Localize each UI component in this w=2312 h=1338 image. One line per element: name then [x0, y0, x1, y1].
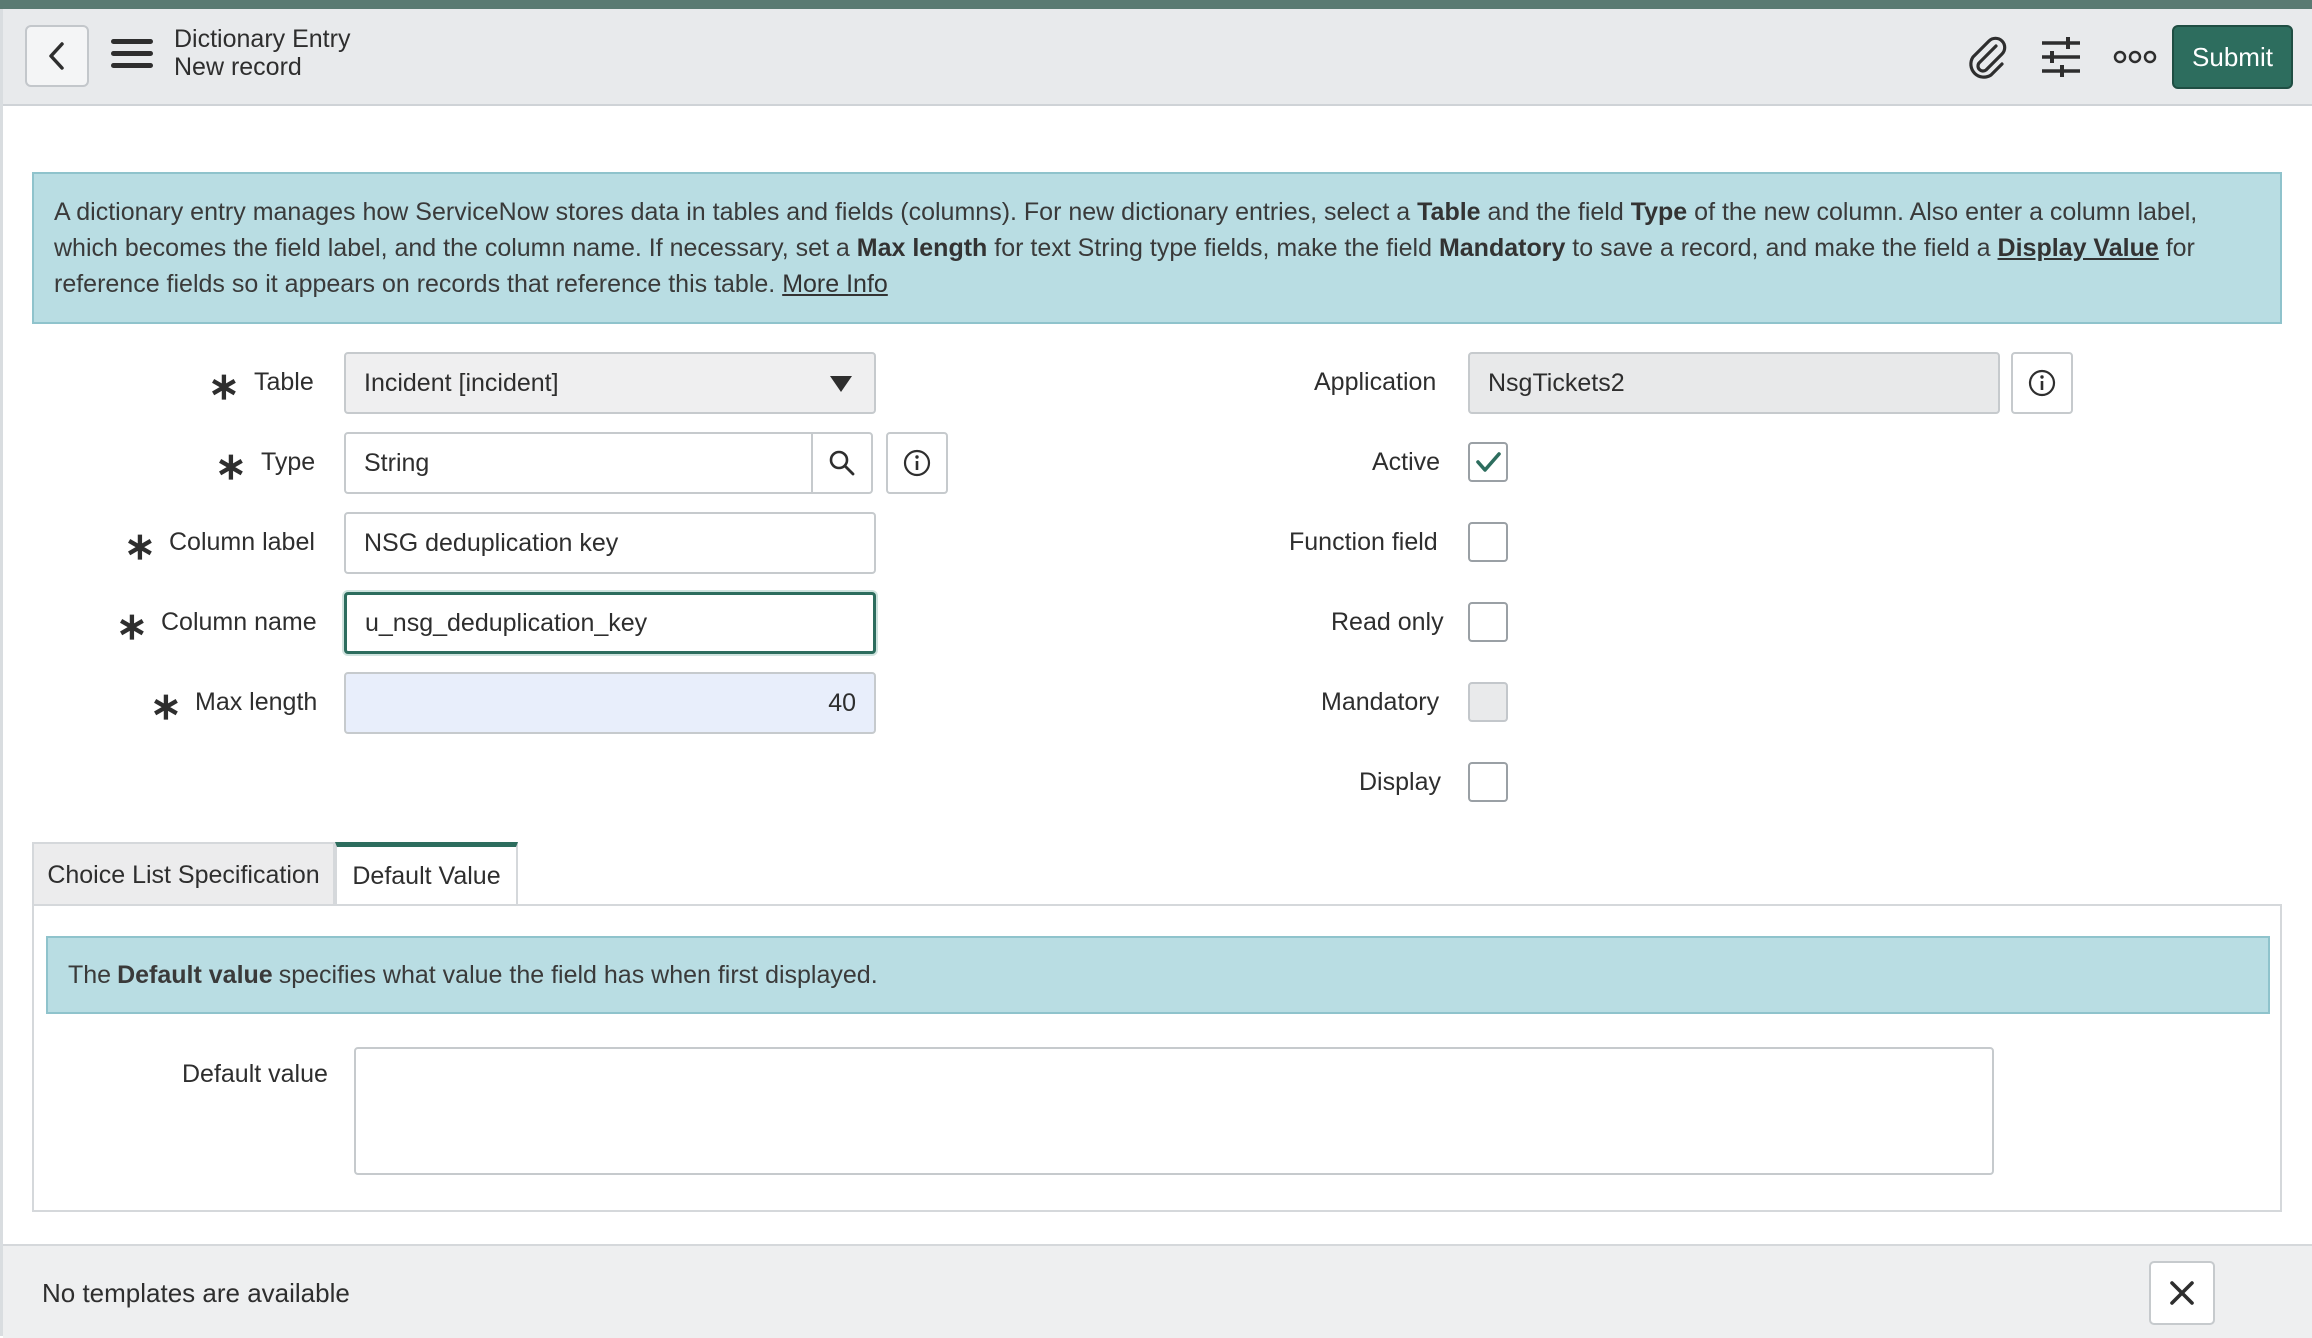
default-value-info: The ​Default value specifies what value …	[46, 936, 2270, 1014]
hamburger-menu-icon[interactable]	[111, 39, 153, 73]
default-info-text: specifies what value the field has when …	[278, 960, 878, 989]
table-label: Table	[254, 368, 314, 396]
max-length-input[interactable]: 40	[344, 672, 876, 734]
table-select-value: Incident [incident]	[364, 368, 559, 397]
left-border	[0, 9, 3, 1336]
top-accent-strip	[0, 0, 2312, 9]
type-input[interactable]: String	[344, 432, 813, 494]
type-input-value: String	[364, 448, 430, 477]
required-marker: ∗	[215, 446, 247, 488]
close-templates-button[interactable]	[2149, 1261, 2215, 1325]
type-info-button[interactable]	[886, 432, 948, 494]
info-bold-type: Type	[1630, 198, 1688, 226]
default-value-label: Default value	[182, 1060, 328, 1088]
more-options-icon[interactable]	[2107, 31, 2163, 83]
info-text: for text String type fields, make the fi…	[987, 234, 1439, 262]
info-icon	[903, 449, 931, 477]
read-only-checkbox[interactable]	[1468, 602, 1508, 642]
default-info-bold: Default value	[117, 960, 273, 989]
application-value: NsgTickets2	[1488, 368, 1625, 397]
max-length-value: 40	[828, 688, 856, 717]
column-name-input[interactable]: u_nsg_deduplication_key	[344, 592, 876, 654]
column-label-value: NSG deduplication key	[364, 528, 619, 557]
form-header: Dictionary Entry New record Submit	[3, 9, 2312, 106]
info-text: to save a record, and make the field a	[1565, 234, 1998, 262]
chevron-left-icon	[49, 42, 64, 70]
display-value-link[interactable]: Display Value	[1998, 234, 2159, 262]
dropdown-arrow-icon	[830, 376, 852, 392]
checkmark-icon	[1476, 452, 1501, 472]
close-icon	[2170, 1281, 2194, 1305]
page-subtitle: New record	[174, 53, 302, 81]
info-icon	[2028, 369, 2056, 397]
active-checkbox[interactable]	[1468, 442, 1508, 482]
info-text: and the field	[1480, 198, 1631, 226]
info-bold-mandatory: Mandatory	[1438, 234, 1566, 262]
personalize-sliders-icon[interactable]	[2033, 31, 2089, 83]
required-marker: ∗	[208, 366, 240, 408]
info-banner: A dictionary entry manages how ServiceNo…	[32, 172, 2282, 324]
type-lookup-button[interactable]	[811, 432, 873, 494]
function-field-checkbox[interactable]	[1468, 522, 1508, 562]
more-info-link[interactable]: More Info	[782, 270, 888, 298]
required-marker: ∗	[116, 606, 148, 648]
tab-choice-list-specification[interactable]: Choice List Specification	[32, 842, 335, 906]
function-field-label: Function field	[1289, 528, 1438, 556]
column-name-label: Column name	[161, 608, 317, 636]
info-bold-max-length: Max length	[856, 234, 988, 262]
back-button[interactable]	[25, 25, 89, 87]
paperclip-icon[interactable]	[1959, 31, 2015, 83]
application-label: Application	[1314, 368, 1437, 396]
info-text: A dictionary entry manages how ServiceNo…	[54, 198, 1418, 226]
templates-bar: No templates are available	[3, 1244, 2312, 1338]
default-value-panel: The ​Default value specifies what value …	[32, 904, 2282, 1212]
default-info-text: The	[68, 960, 112, 989]
search-icon	[829, 450, 855, 476]
column-label-input[interactable]: NSG deduplication key	[344, 512, 876, 574]
application-field: NsgTickets2	[1468, 352, 2000, 414]
active-label: Active	[1372, 448, 1441, 476]
templates-status-text: No templates are available	[42, 1278, 350, 1308]
application-info-button[interactable]	[2011, 352, 2073, 414]
column-name-value: u_nsg_deduplication_key	[365, 608, 648, 637]
page-title: Dictionary Entry	[174, 25, 351, 53]
mandatory-label: Mandatory	[1321, 688, 1440, 716]
info-bold-table: Table	[1417, 198, 1481, 226]
required-marker: ∗	[124, 526, 156, 568]
max-length-label: Max length	[195, 688, 318, 716]
type-label: Type	[261, 448, 316, 476]
display-label: Display	[1359, 768, 1441, 796]
required-marker: ∗	[150, 686, 182, 728]
submit-button[interactable]: Submit	[2172, 25, 2293, 89]
table-select[interactable]: Incident [incident]	[344, 352, 876, 414]
display-checkbox[interactable]	[1468, 762, 1508, 802]
tab-default-value[interactable]: Default Value	[335, 842, 518, 906]
read-only-label: Read only	[1331, 608, 1444, 636]
column-label-label: Column label	[169, 528, 315, 556]
default-value-textarea[interactable]	[354, 1047, 1994, 1175]
mandatory-checkbox	[1468, 682, 1508, 722]
